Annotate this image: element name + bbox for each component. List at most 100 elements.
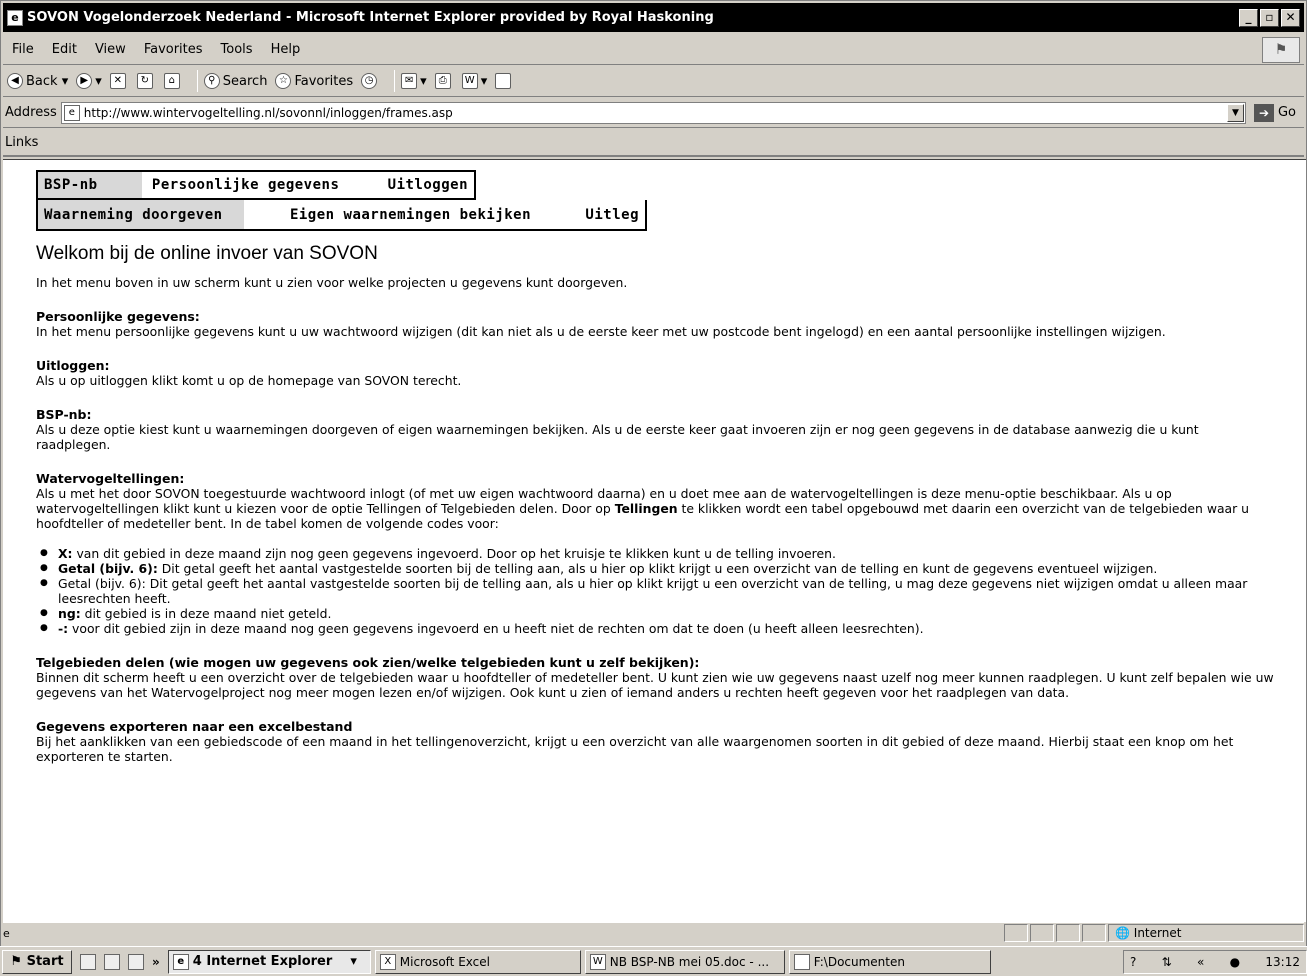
codes-list: X: van dit gebied in deze maand zijn nog… [36, 546, 1276, 636]
menu-uitleg[interactable]: Uitleg [537, 200, 645, 229]
home-icon: ⌂ [163, 73, 180, 89]
windows-logo-icon: ⚑ [1262, 36, 1300, 63]
section-persoonlijke-gegevens: Persoonlijke gegevens: In het menu perso… [36, 309, 1276, 339]
links-label[interactable]: Links [5, 135, 38, 150]
page-title: Welkom bij de online invoer van SOVON [36, 243, 378, 264]
word-icon: W [461, 73, 478, 89]
address-dropdown-button[interactable]: ▼ [1226, 103, 1244, 122]
section-title: Telgebieden delen (wie mogen uw gegevens… [36, 655, 700, 670]
mail-button[interactable]: ✉ ▾ [401, 73, 427, 89]
section-title: Uitloggen: [36, 358, 110, 373]
language-icon[interactable]: ⇅ [1162, 955, 1172, 969]
menu-uitloggen[interactable]: Uitloggen [382, 172, 474, 198]
section-telgebieden-delen: Telgebieden delen (wie mogen uw gegevens… [36, 655, 1276, 700]
task-excel[interactable]: X Microsoft Excel [374, 949, 581, 974]
address-url[interactable]: http://www.wintervogeltelling.nl/sovonnl… [84, 106, 1227, 120]
toolbar-separator [196, 70, 198, 92]
section-text: Binnen dit scherm heeft u een overzicht … [36, 670, 1274, 700]
windows-flag-icon: ⚑ [10, 954, 23, 969]
system-tray: ? ⇅ « ● 13:12 [1123, 949, 1307, 974]
zone-indicator: 🌐 Internet [1108, 924, 1304, 942]
quicklaunch-folder-icon[interactable] [128, 953, 144, 970]
list-item: -: voor dit gebied zijn in deze maand no… [40, 621, 1276, 636]
menu-tools[interactable]: Tools [212, 42, 262, 57]
help-icon[interactable]: ? [1130, 955, 1136, 969]
top-menu: BSP-nb Persoonlijke gegevens Uitloggen [36, 170, 476, 200]
network-icon[interactable]: ● [1230, 955, 1240, 969]
menu-favorites[interactable]: Favorites [135, 42, 212, 57]
excel-icon: X [379, 953, 396, 970]
section-title: Watervogeltellingen: [36, 471, 185, 486]
list-item: ng: dit gebied is in deze maand niet get… [40, 606, 1276, 621]
ie-icon: e [172, 953, 189, 970]
back-button[interactable]: ◀ Back ▾ [7, 73, 68, 89]
title-bar[interactable]: e SOVON Vogelonderzoek Nederland - Micro… [3, 3, 1304, 32]
word-icon: W [589, 953, 606, 970]
start-button[interactable]: ⚑ Start [2, 949, 72, 974]
menu-bsp-nb[interactable]: BSP-nb [38, 172, 142, 198]
section-watervogeltellingen: Watervogeltellingen: Als u met het door … [36, 471, 1276, 636]
task-word-document[interactable]: W NB BSP-NB mei 05.doc - ... [584, 949, 785, 974]
address-input[interactable]: e http://www.wintervogeltelling.nl/sovon… [60, 101, 1246, 124]
star-icon: ☆ [275, 73, 292, 89]
discuss-icon [495, 73, 512, 89]
task-explorer-folder[interactable]: F:\Documenten [788, 949, 991, 974]
status-bar: e 🌐 Internet [3, 922, 1304, 943]
status-cell [1030, 924, 1054, 942]
stop-icon: ✕ [109, 73, 126, 89]
section-text: Als u deze optie kiest kunt u waarneming… [36, 422, 1199, 452]
minimize-button[interactable]: _ [1239, 8, 1258, 27]
go-button[interactable]: ➔ Go [1253, 103, 1296, 122]
list-item: Getal (bijv. 6): Dit getal geeft het aan… [40, 561, 1276, 576]
task-internet-explorer[interactable]: e4 Internet Explorer ▾ [167, 949, 371, 974]
go-arrow-icon: ➔ [1253, 103, 1274, 122]
address-bar: Address e http://www.wintervogeltelling.… [3, 98, 1304, 128]
favorites-button[interactable]: ☆ Favorites [275, 73, 353, 89]
section-title: BSP-nb: [36, 407, 92, 422]
menu-waarneming-doorgeven[interactable]: Waarneming doorgeven [38, 200, 244, 229]
menu-eigen-waarnemingen-bekijken[interactable]: Eigen waarnemingen bekijken [244, 200, 537, 229]
discuss-button[interactable] [495, 73, 514, 89]
edit-word-button[interactable]: W ▾ [461, 73, 487, 89]
list-item: Getal (bijv. 6): Dit getal geeft het aan… [40, 576, 1276, 606]
menu-bar: File Edit View Favorites Tools Help ⚑ [3, 35, 1304, 65]
folder-icon [793, 953, 810, 970]
page-body: Welkom bij de online invoer van SOVON In… [36, 243, 1276, 764]
forward-button[interactable]: ▶ ▾ [76, 73, 102, 89]
menu-persoonlijke-gegevens[interactable]: Persoonlijke gegevens [142, 172, 382, 198]
globe-icon: 🌐 [1115, 926, 1130, 940]
section-title: Persoonlijke gegevens: [36, 309, 200, 324]
page-content: BSP-nb Persoonlijke gegevens Uitloggen W… [3, 159, 1306, 922]
standard-toolbar: ◀ Back ▾ ▶ ▾ ✕ ↻ ⌂ ⚲ Search ☆ Favorites ◷ ✉ ▾… [3, 66, 1304, 97]
intro-text: In het menu boven in uw scherm kunt u zi… [36, 275, 628, 290]
menu-file[interactable]: File [3, 42, 43, 57]
clock[interactable]: 13:12 [1265, 955, 1300, 969]
tray-expand-icon[interactable]: « [1197, 955, 1204, 969]
show-desktop-icon[interactable] [80, 953, 96, 970]
mail-icon: ✉ [401, 73, 418, 89]
close-button[interactable]: ✕ [1281, 8, 1300, 27]
section-text: Als u met het door SOVON toegestuurde wa… [36, 486, 1250, 531]
status-cell [1004, 924, 1028, 942]
menu-edit[interactable]: Edit [43, 42, 86, 57]
links-bar: Links [3, 129, 1304, 157]
home-button[interactable]: ⌂ [163, 73, 183, 89]
quicklaunch-chevron[interactable]: » [152, 955, 160, 969]
refresh-button[interactable]: ↻ [136, 73, 156, 89]
section-uitloggen: Uitloggen: Als u op uitloggen klikt komt… [36, 358, 1276, 388]
stop-button[interactable]: ✕ [109, 73, 129, 89]
menu-help[interactable]: Help [262, 42, 310, 57]
list-item: X: van dit gebied in deze maand zijn nog… [40, 546, 1276, 561]
restore-button[interactable]: ▫ [1260, 8, 1279, 27]
section-text: Als u op uitloggen klikt komt u op de ho… [36, 373, 462, 388]
print-button[interactable]: ⎙ [434, 73, 454, 89]
menu-view[interactable]: View [86, 42, 135, 57]
ie-icon: e [7, 9, 23, 26]
history-button[interactable]: ◷ [361, 73, 380, 89]
status-cell [1082, 924, 1106, 942]
page-icon: e [63, 104, 80, 121]
search-icon: ⚲ [203, 73, 220, 89]
taskbar: ⚑ Start » e4 Internet Explorer ▾ X Micros… [0, 946, 1307, 976]
quicklaunch-ie-icon[interactable] [104, 953, 120, 970]
search-button[interactable]: ⚲ Search [203, 73, 267, 89]
